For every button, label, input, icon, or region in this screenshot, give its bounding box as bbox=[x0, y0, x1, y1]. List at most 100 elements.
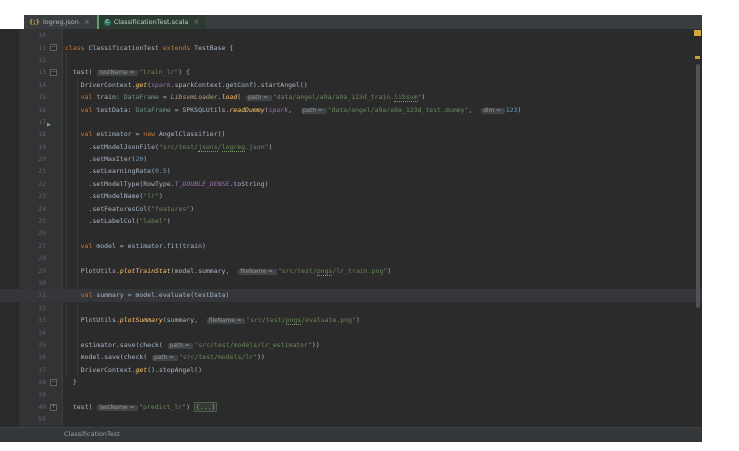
code-line-20[interactable]: 20 .setMaxIter(20) bbox=[0, 153, 702, 165]
code-text: PlotUtils.plotTrainStat(model.summary, f… bbox=[62, 266, 702, 276]
code-token: {...} bbox=[193, 401, 218, 412]
code-line-30[interactable]: 30 bbox=[0, 277, 702, 289]
line-number: 15 bbox=[38, 93, 46, 102]
code-token: "src/test/ bbox=[158, 142, 199, 151]
code-line-38[interactable]: 38− } bbox=[0, 376, 702, 388]
code-token: )) bbox=[257, 353, 265, 362]
fold-collapse-icon[interactable]: − bbox=[50, 69, 57, 77]
code-line-19[interactable]: 19 .setModelJsonFile("src/test/jsons/log… bbox=[0, 141, 702, 153]
code-token: 123 bbox=[505, 105, 518, 114]
fold-column bbox=[46, 178, 62, 190]
fold-column bbox=[46, 141, 62, 153]
code-token: ) bbox=[166, 217, 171, 226]
fold-column bbox=[46, 91, 62, 103]
fold-column bbox=[46, 413, 62, 425]
code-text: .setLabelCol("label") bbox=[62, 217, 702, 225]
code-token: val bbox=[65, 105, 97, 114]
line-number: 59 bbox=[38, 415, 46, 424]
code-token: jsons bbox=[198, 142, 218, 152]
code-line-33[interactable]: 33 PlotUtils.plotSummary(summary, fileNa… bbox=[0, 314, 702, 326]
error-stripe-status-square[interactable] bbox=[694, 30, 701, 36]
code-token: val bbox=[65, 241, 97, 250]
code-line-40[interactable]: 40 + test( testName = "predict_lr") {...} bbox=[0, 401, 702, 413]
code-token: dim = bbox=[481, 107, 505, 114]
code-line-24[interactable]: 24 .setFeaturesCol("features") bbox=[0, 202, 702, 214]
code-line-22[interactable]: 22 .setModelType(RowType.T_DOUBLE_DENSE.… bbox=[0, 178, 702, 190]
code-line-18[interactable]: 18 val estimator = new AngelClassifier() bbox=[0, 128, 702, 140]
fold-column bbox=[46, 79, 62, 91]
fold-column bbox=[46, 277, 62, 289]
breadcrumb[interactable]: ClassificationTest bbox=[64, 428, 120, 441]
code-line-23[interactable]: 23 .setModelName("lr") bbox=[0, 190, 702, 202]
code-line-12[interactable]: 12 bbox=[0, 54, 702, 66]
close-icon[interactable]: × bbox=[193, 18, 199, 26]
code-line-26[interactable]: 26 bbox=[0, 227, 702, 239]
code-line-11[interactable]: 11− class ClassificationTest extends Test… bbox=[0, 41, 702, 53]
code-token: test( bbox=[65, 402, 97, 411]
line-number: 19 bbox=[38, 142, 46, 151]
code-line-32[interactable]: 32 bbox=[0, 302, 702, 314]
line-number: 37 bbox=[38, 365, 46, 374]
line-number: 20 bbox=[38, 155, 46, 164]
line-number: 17 bbox=[38, 117, 46, 126]
code-token: TestBase { bbox=[194, 43, 234, 52]
code-line-35[interactable]: 35 estimator.save(check( path = "src/tes… bbox=[0, 339, 702, 351]
code-token: "src/test/models/lr_estimator" bbox=[194, 340, 312, 349]
code-token: model.save(check( bbox=[65, 353, 152, 362]
code-token: AngelClassifier() bbox=[158, 130, 226, 139]
fold-column: − bbox=[46, 376, 62, 388]
code-token: spark bbox=[268, 105, 289, 114]
code-line-17[interactable]: 17 ▶ bbox=[0, 116, 702, 128]
code-line-36[interactable]: 36 model.save(check( path = "src/test/mo… bbox=[0, 351, 702, 363]
vertical-scrollbar[interactable] bbox=[696, 64, 700, 308]
code-line-34[interactable]: 34 bbox=[0, 326, 702, 338]
code-line-13[interactable]: 13− test( testName = "train_lr") { bbox=[0, 66, 702, 78]
code-token: ClassificationTest bbox=[88, 43, 163, 52]
code-token: estimator.save(check( bbox=[65, 340, 167, 349]
warning-stripe-marker[interactable] bbox=[695, 56, 700, 59]
code-token: /evaluate.png" bbox=[301, 316, 356, 325]
code-line-37[interactable]: 37 DriverContext.get().stopAngel() bbox=[0, 364, 702, 376]
close-icon[interactable]: × bbox=[84, 18, 90, 26]
code-token: PlotUtils. bbox=[65, 266, 120, 275]
fold-collapse-icon[interactable]: − bbox=[50, 378, 57, 386]
line-number: 12 bbox=[38, 55, 46, 64]
code-text: model.save(check( path = "src/test/model… bbox=[62, 353, 702, 362]
code-line-31[interactable]: 31 val summary = model.evaluate(testData… bbox=[0, 289, 702, 302]
tab-logreg-json[interactable]: {;} logreg.json × bbox=[24, 15, 97, 29]
code-line-21[interactable]: 21 .setLearningRate(0.5) bbox=[0, 165, 702, 177]
code-line-14[interactable]: 14 DriverContext.get(spark.sparkContext.… bbox=[0, 79, 702, 91]
fold-expand-icon[interactable]: + bbox=[50, 403, 57, 411]
code-token: "src/test/models/lr" bbox=[178, 353, 258, 362]
code-token: "lr" bbox=[143, 192, 159, 201]
code-line-59[interactable]: 59 bbox=[0, 413, 702, 425]
tab-label: logreg.json bbox=[42, 18, 79, 26]
editor-tab-bar: {;} logreg.json × C ClassificationTest.s… bbox=[24, 15, 702, 29]
code-line-16[interactable]: 16 val testData: DataFrame = SPKSQLUtils… bbox=[0, 103, 702, 115]
fold-collapse-icon[interactable]: − bbox=[50, 44, 57, 52]
line-number: 14 bbox=[38, 80, 46, 89]
code-line-27[interactable]: 27 val model = estimator.fit(train) bbox=[0, 240, 702, 252]
code-token: ) bbox=[355, 316, 360, 325]
code-token: .setFeaturesCol( bbox=[65, 204, 152, 213]
code-lines: 10 11− class ClassificationTest extends Te… bbox=[0, 29, 702, 426]
code-token: , bbox=[288, 105, 300, 114]
code-line-25[interactable]: 25 .setLabelCol("label") bbox=[0, 215, 702, 227]
code-token: 0.5 bbox=[155, 167, 167, 176]
code-line-15[interactable]: 15 val train: DataFrame = LibsvmLoader.l… bbox=[0, 91, 702, 103]
code-line-39[interactable]: 39 bbox=[0, 388, 702, 400]
code-text: .setModelType(RowType.T_DOUBLE_DENSE.toS… bbox=[62, 180, 702, 188]
code-line-28[interactable]: 28 bbox=[0, 252, 702, 264]
code-line-10[interactable]: 10 bbox=[0, 29, 702, 41]
line-number: 29 bbox=[38, 266, 46, 275]
fold-column bbox=[46, 364, 62, 376]
code-token: PlotUtils. bbox=[65, 316, 120, 325]
code-token: DataFrame bbox=[123, 93, 159, 102]
code-text: class ClassificationTest extends TestBas… bbox=[62, 44, 702, 52]
code-line-29[interactable]: 29 PlotUtils.plotTrainStat(model.summary… bbox=[0, 264, 702, 276]
ide-window: {;} logreg.json × C ClassificationTest.s… bbox=[0, 15, 702, 442]
code-editor[interactable]: 10 11− class ClassificationTest extends Te… bbox=[0, 29, 702, 427]
tab-classificationtest-scala[interactable]: C ClassificationTest.scala × bbox=[96, 15, 207, 29]
fold-column: − bbox=[46, 41, 62, 53]
code-token: DriverContext. bbox=[65, 365, 136, 374]
